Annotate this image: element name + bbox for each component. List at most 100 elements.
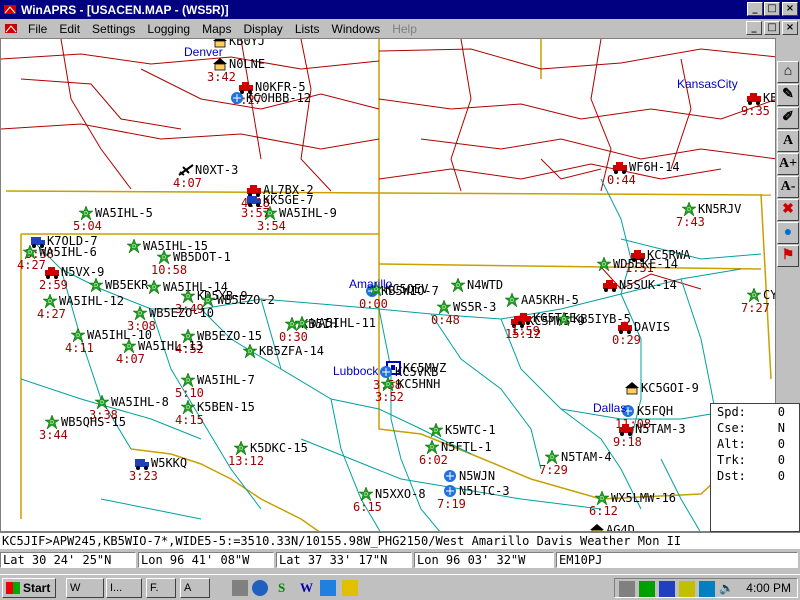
quicklaunch-icon-3[interactable]: S <box>278 580 294 596</box>
digipeater-star-icon[interactable]: D <box>200 293 216 307</box>
station-callsign[interactable]: WB5EZO-15 <box>197 330 262 342</box>
digipeater-star-icon[interactable]: D <box>294 316 310 330</box>
menu-file[interactable]: File <box>22 22 53 36</box>
truck-icon[interactable] <box>134 456 150 470</box>
car-icon[interactable] <box>746 91 762 105</box>
house-icon[interactable] <box>624 381 640 395</box>
station-callsign[interactable]: WA5IHL-13 <box>138 340 203 352</box>
digipeater-star-icon[interactable]: D <box>428 423 444 437</box>
digipeater-star-icon[interactable]: D <box>180 289 196 303</box>
car-icon[interactable] <box>602 278 618 292</box>
digipeater-star-icon[interactable]: D <box>746 288 762 302</box>
airplane-icon[interactable] <box>178 163 194 177</box>
delete-icon[interactable]: ✖ <box>777 199 799 221</box>
station-callsign[interactable]: K5WTC-1 <box>445 424 496 436</box>
flag-icon[interactable]: ⚑ <box>777 245 799 267</box>
station-callsign[interactable]: AG4D <box>606 524 635 531</box>
station-callsign[interactable]: N5FTL-1 <box>441 441 492 453</box>
menu-maps[interactable]: Maps <box>196 22 237 36</box>
quicklaunch-icon-5[interactable] <box>320 580 336 596</box>
quicklaunch-icon-2[interactable] <box>252 580 268 596</box>
mdi-minimize-button[interactable]: _ <box>746 21 762 35</box>
start-button[interactable]: Start <box>2 578 56 598</box>
menu-display[interactable]: Display <box>237 22 288 36</box>
menu-help[interactable]: Help <box>386 22 423 36</box>
quicklaunch-icon-6[interactable] <box>342 580 358 596</box>
digipeater-star-icon[interactable]: D <box>544 450 560 464</box>
station-callsign[interactable]: WA5IHL-6 <box>39 246 97 258</box>
station-callsign[interactable]: KB5ZFA-14 <box>259 345 324 357</box>
station-callsign[interactable]: KC5GOI-9 <box>641 382 699 394</box>
digipeater-star-icon[interactable]: D <box>126 239 142 253</box>
station-callsign[interactable]: N5SUK-14 <box>619 279 677 291</box>
digipeater-star-icon[interactable]: D <box>242 344 258 358</box>
car-icon[interactable] <box>516 311 532 325</box>
font-a-button[interactable]: A <box>777 130 799 152</box>
tray-icon-5[interactable] <box>699 581 715 597</box>
station-callsign[interactable]: K5FQH <box>637 405 673 417</box>
title-bar[interactable]: WinAPRS - [USACEN.MAP - (WS5R)] _ □ × <box>0 0 800 19</box>
weather-station-icon[interactable] <box>229 91 245 105</box>
station-callsign[interactable]: N0LNE <box>229 58 265 70</box>
station-callsign[interactable]: N4WTD <box>467 279 503 291</box>
digipeater-star-icon[interactable]: D <box>121 339 137 353</box>
station-callsign[interactable]: N0XT-3 <box>195 164 238 176</box>
station-callsign[interactable]: KB <box>763 92 775 104</box>
minimize-button[interactable]: _ <box>747 2 763 16</box>
menu-edit[interactable]: Edit <box>53 22 86 36</box>
taskbar-item-2[interactable]: I... <box>106 578 142 598</box>
digipeater-star-icon[interactable]: D <box>436 300 452 314</box>
digipeater-star-icon[interactable]: D <box>44 415 60 429</box>
menu-settings[interactable]: Settings <box>86 22 141 36</box>
station-callsign[interactable]: WB5EZO-10 <box>149 307 214 319</box>
station-callsign[interactable]: W5KKQ <box>151 457 187 469</box>
digipeater-star-icon[interactable]: D <box>262 206 278 220</box>
house-icon[interactable] <box>589 523 605 531</box>
station-callsign[interactable]: N5XXO-8 <box>375 488 426 500</box>
station-callsign[interactable]: WA5IHL-12 <box>59 295 124 307</box>
station-callsign[interactable]: N5VX-9 <box>61 266 104 278</box>
menu-lists[interactable]: Lists <box>289 22 326 36</box>
quicklaunch-icon-4[interactable]: W <box>300 580 316 596</box>
station-callsign[interactable]: N5WJN <box>459 470 495 482</box>
station-callsign[interactable]: WB5EZO-2 <box>217 294 275 306</box>
digipeater-star-icon[interactable]: D <box>88 278 104 292</box>
station-callsign[interactable]: N5LTC-3 <box>459 485 510 497</box>
station-callsign[interactable]: K5DKC-15 <box>250 442 308 454</box>
digipeater-star-icon[interactable]: D <box>380 377 396 391</box>
speaker-icon[interactable]: 🔈 <box>719 581 735 597</box>
station-callsign[interactable]: CY <box>763 289 775 301</box>
station-callsign[interactable]: KB0YJ <box>229 39 265 47</box>
digipeater-star-icon[interactable]: D <box>180 400 196 414</box>
digipeater-star-icon[interactable]: D <box>70 328 86 342</box>
station-callsign[interactable]: N5TAM-4 <box>561 451 612 463</box>
tray-icon-1[interactable] <box>619 581 635 597</box>
digipeater-star-icon[interactable]: D <box>594 491 610 505</box>
quicklaunch-icon-1[interactable] <box>232 580 248 596</box>
station-callsign[interactable]: WB5DOT-1 <box>173 251 231 263</box>
station-callsign[interactable]: KC0HBB-12 <box>246 92 311 104</box>
document-menu-icon[interactable] <box>4 22 18 36</box>
station-callsign[interactable]: WA5IHL-8 <box>111 396 169 408</box>
station-callsign[interactable]: WA5IHL-7 <box>197 374 255 386</box>
tray-icon-4[interactable] <box>679 581 695 597</box>
car-icon[interactable] <box>618 422 634 436</box>
station-callsign[interactable]: WA5IHL-11 <box>311 317 376 329</box>
car-icon[interactable] <box>617 320 633 334</box>
taskbar-item-3[interactable]: F. <box>146 578 176 598</box>
menu-logging[interactable]: Logging <box>141 22 196 36</box>
station-callsign[interactable]: WB5QHS-15 <box>61 416 126 428</box>
digipeater-star-icon[interactable]: D <box>556 312 572 326</box>
station-callsign[interactable]: K5BEN-15 <box>197 401 255 413</box>
taskbar-item-4[interactable]: A <box>180 578 210 598</box>
tray-icon-2[interactable] <box>639 581 655 597</box>
digipeater-star-icon[interactable]: D <box>146 280 162 294</box>
weather-station-icon[interactable] <box>442 469 458 483</box>
station-callsign[interactable]: WS5R-3 <box>453 301 496 313</box>
globe-icon[interactable]: ● <box>777 222 799 244</box>
digipeater-star-icon[interactable]: D <box>596 257 612 271</box>
station-callsign[interactable]: KC5HNH <box>397 378 440 390</box>
digipeater-star-icon[interactable]: D <box>132 306 148 320</box>
station-callsign[interactable]: WA5IHL-5 <box>95 207 153 219</box>
station-callsign[interactable]: N5TAM-3 <box>635 423 686 435</box>
